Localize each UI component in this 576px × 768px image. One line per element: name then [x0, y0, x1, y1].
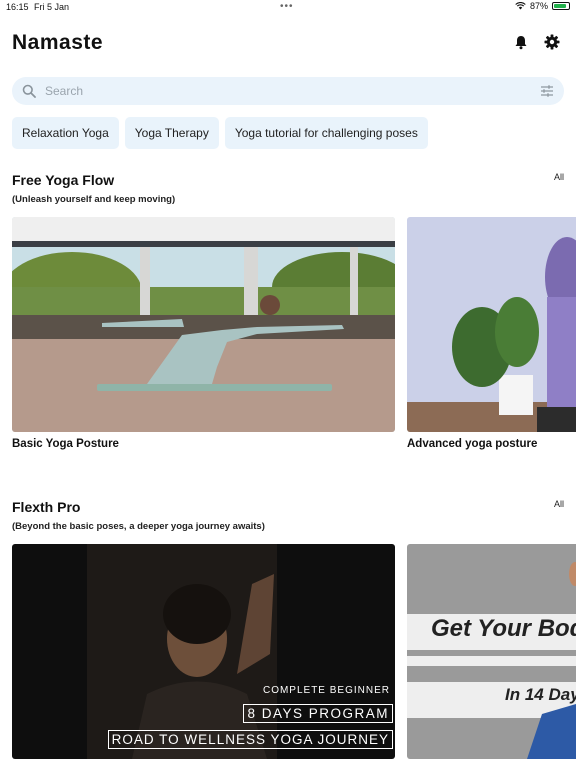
thumbnail-image: [12, 217, 395, 432]
card-title: Basic Yoga Posture: [12, 438, 119, 450]
section-subtitle: (Beyond the basic poses, a deeper yoga j…: [12, 521, 265, 532]
category-chips: Relaxation Yoga Yoga Therapy Yoga tutori…: [12, 117, 428, 149]
card-road-to-wellness[interactable]: COMPLETE BEGINNER 8 DAYS PROGRAM ROAD TO…: [12, 544, 395, 759]
status-bar: 16:15 Fri 5 Jan ••• 87%: [0, 0, 576, 14]
card-basic-yoga-posture[interactable]: Basic Yoga Posture: [12, 217, 395, 457]
section-title-flexth-pro: Flexth Pro: [12, 499, 81, 515]
overlay-journey: ROAD TO WELLNESS YOGA JOURNEY: [107, 730, 393, 749]
status-indicators: 87%: [515, 1, 570, 11]
thumbnail-image: Get Your Body In 14 Days: [407, 544, 576, 759]
see-all-link[interactable]: All: [554, 499, 564, 509]
battery-icon: [552, 2, 570, 10]
wifi-icon: [515, 2, 526, 10]
battery-percent: 87%: [529, 1, 548, 11]
search-icon: [22, 84, 36, 98]
search-input[interactable]: [45, 81, 525, 101]
chip-yoga-therapy[interactable]: Yoga Therapy: [124, 117, 219, 149]
card-advanced-yoga-posture[interactable]: Advanced yoga posture: [407, 217, 576, 457]
thumbnail-image: [407, 217, 576, 432]
chip-challenging-poses[interactable]: Yoga tutorial for challenging poses: [224, 117, 428, 149]
section-title-free-yoga-flow: Free Yoga Flow: [12, 172, 115, 188]
overlay-program: 8 DAYS PROGRAM: [243, 704, 393, 723]
filter-sliders-icon[interactable]: [540, 84, 554, 98]
overlay-level: COMPLETE BEGINNER: [262, 685, 390, 696]
search-bar: [12, 77, 564, 105]
chip-relaxation-yoga[interactable]: Relaxation Yoga: [12, 117, 119, 149]
status-date: Fri 5 Jan: [34, 2, 70, 12]
card-title: Advanced yoga posture: [407, 438, 538, 450]
card-get-your-body[interactable]: Get Your Body In 14 Days: [407, 544, 576, 759]
bell-icon[interactable]: [512, 33, 530, 51]
multitasking-dots-icon[interactable]: •••: [280, 1, 294, 12]
status-time: 16:15: [6, 2, 29, 12]
section-subtitle: (Unleash yourself and keep moving): [12, 194, 176, 205]
see-all-link[interactable]: All: [554, 172, 564, 182]
page-title: Namaste: [12, 31, 104, 54]
gear-icon[interactable]: [543, 33, 561, 51]
thumbnail-image: COMPLETE BEGINNER 8 DAYS PROGRAM ROAD TO…: [12, 544, 395, 759]
